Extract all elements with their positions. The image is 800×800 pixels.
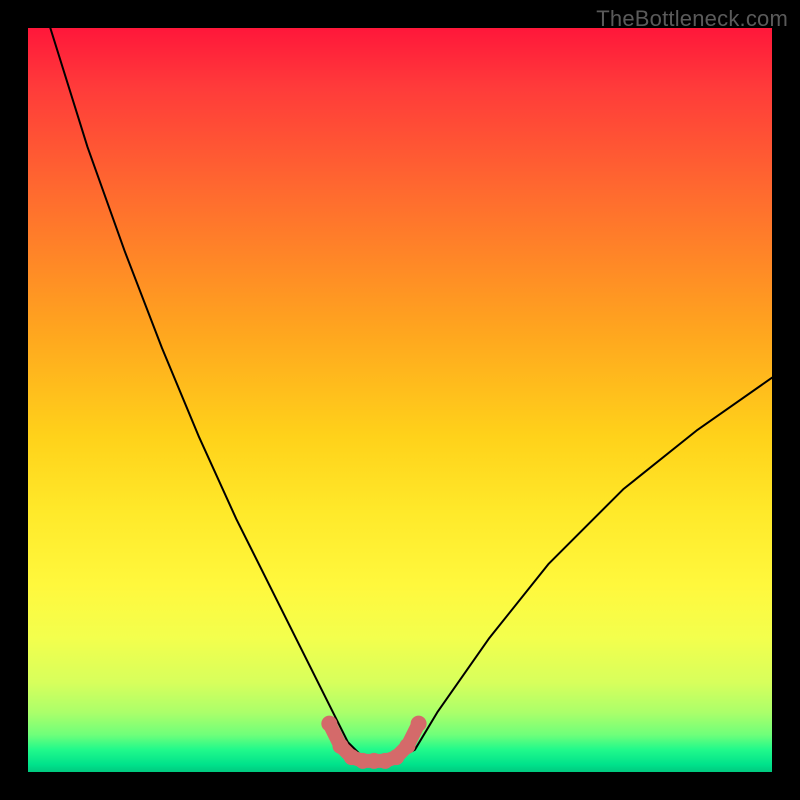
- curve-layer: [28, 28, 772, 772]
- watermark-label: TheBottleneck.com: [596, 6, 788, 32]
- series-black-curve: [50, 28, 772, 761]
- chart-frame: TheBottleneck.com: [0, 0, 800, 800]
- series-pink-dot: [399, 738, 415, 754]
- plot-area: [28, 28, 772, 772]
- series-pink-dot: [321, 716, 337, 732]
- series-pink-dot: [411, 716, 427, 732]
